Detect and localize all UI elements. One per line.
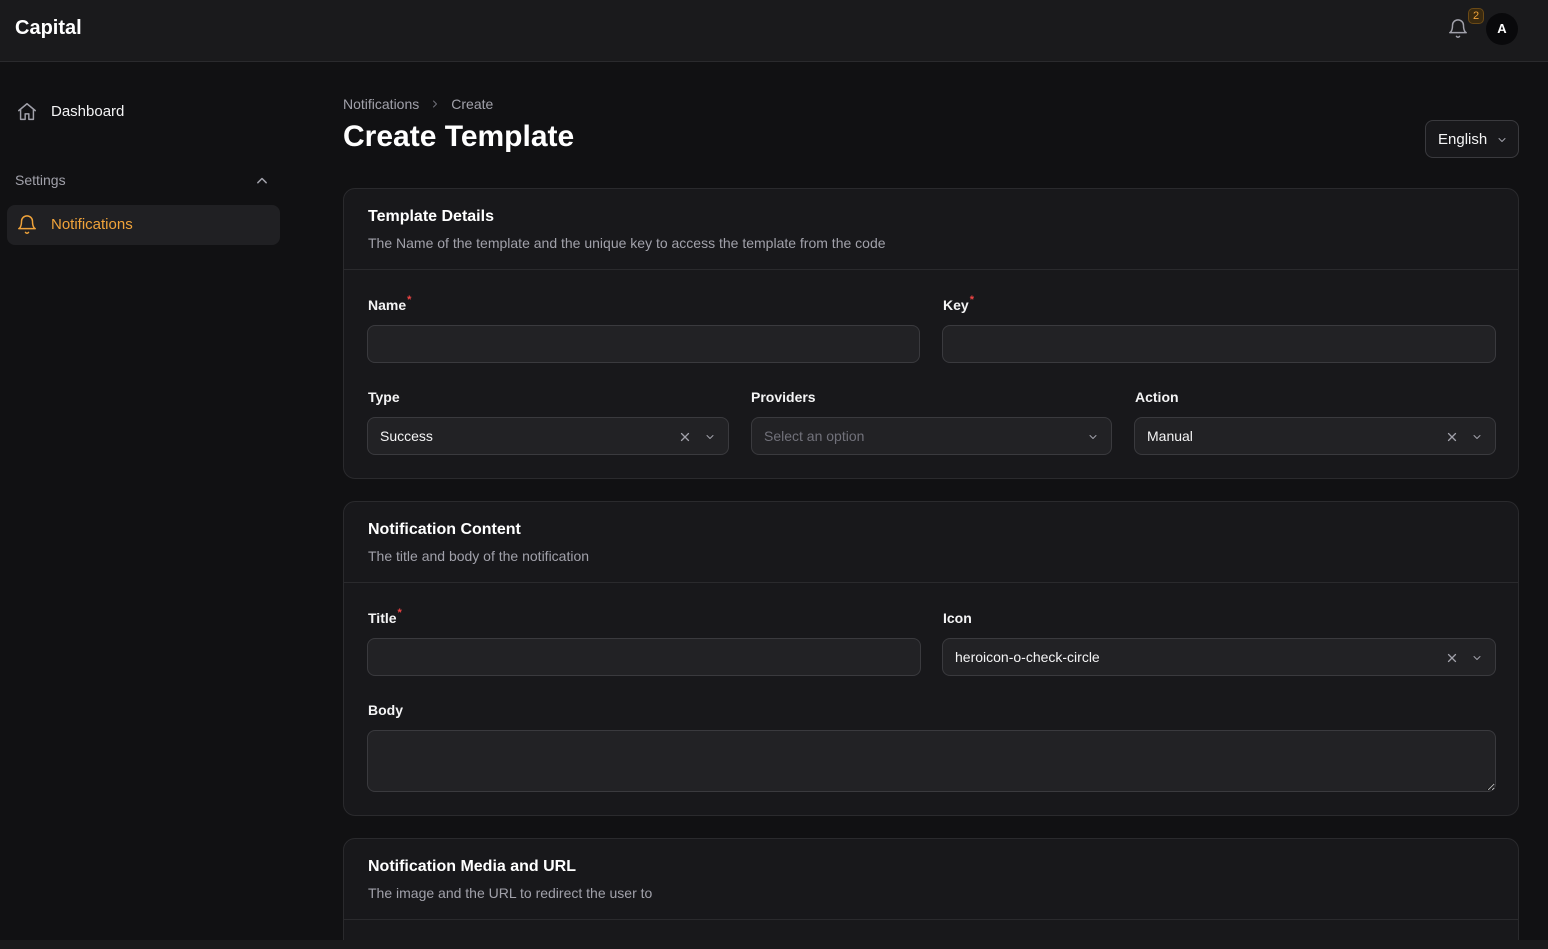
sidebar-item-notifications[interactable]: Notifications — [7, 205, 280, 245]
section-description: The Name of the template and the unique … — [368, 235, 886, 251]
language-select[interactable]: English — [1425, 120, 1519, 158]
clear-icon[interactable] — [1445, 651, 1459, 665]
required-marker: * — [969, 294, 974, 306]
notifications-bell-button[interactable]: 2 — [1444, 8, 1484, 42]
section-header: Notification Media and URL The image and… — [344, 839, 1518, 920]
name-input[interactable] — [367, 325, 920, 363]
chevron-right-icon — [429, 98, 441, 110]
sidebar-group-collapse-button[interactable] — [252, 171, 272, 191]
name-label-text: Name — [368, 297, 407, 313]
clear-icon[interactable] — [1445, 430, 1459, 444]
user-avatar[interactable]: A — [1486, 13, 1518, 45]
action-label: Action — [1135, 389, 1179, 405]
title-label: Title* — [368, 607, 402, 626]
chevron-up-icon — [257, 177, 267, 184]
brand-logo[interactable]: Capital — [15, 17, 82, 40]
notification-content-section: Notification Content The title and body … — [343, 501, 1519, 816]
name-label: Name* — [368, 294, 412, 313]
page-title: Create Template — [343, 120, 575, 153]
chevron-down-icon — [1473, 435, 1481, 439]
providers-select-placeholder: Select an option — [764, 428, 865, 444]
required-marker: * — [397, 607, 402, 619]
action-select[interactable]: Manual — [1134, 417, 1496, 455]
breadcrumb-link-notifications[interactable]: Notifications — [343, 96, 419, 112]
body-label: Body — [368, 702, 403, 718]
type-label: Type — [368, 389, 400, 405]
body-textarea[interactable] — [367, 730, 1496, 792]
sidebar: Dashboard Settings Notifications — [0, 62, 296, 949]
providers-select[interactable]: Select an option — [751, 417, 1112, 455]
icon-label: Icon — [943, 610, 972, 626]
bell-icon — [1449, 19, 1467, 38]
notification-count-badge: 2 — [1468, 8, 1484, 24]
sidebar-item-label: Dashboard — [51, 103, 125, 120]
section-title: Notification Media and URL — [368, 858, 576, 875]
required-marker: * — [407, 294, 412, 306]
template-details-section: Template Details The Name of the templat… — [343, 188, 1519, 479]
section-header: Template Details The Name of the templat… — [344, 189, 1518, 270]
chevron-down-icon — [1089, 435, 1097, 439]
sidebar-item-dashboard[interactable]: Dashboard — [7, 92, 280, 132]
icon-select[interactable]: heroicon-o-check-circle — [942, 638, 1496, 676]
section-title: Template Details — [368, 208, 494, 225]
notification-media-section: Notification Media and URL The image and… — [343, 838, 1519, 949]
action-select-value: Manual — [1147, 428, 1193, 444]
breadcrumb: Notifications Create — [343, 94, 493, 114]
type-select[interactable]: Success — [367, 417, 729, 455]
section-header: Notification Content The title and body … — [344, 502, 1518, 583]
key-label-text: Key — [943, 297, 969, 313]
horizontal-scrollbar[interactable] — [0, 940, 1548, 949]
key-label: Key* — [943, 294, 974, 313]
providers-label: Providers — [751, 389, 816, 405]
title-input[interactable] — [367, 638, 921, 676]
type-select-value: Success — [380, 428, 433, 444]
home-icon — [18, 103, 36, 121]
top-bar: Capital 2 A — [0, 0, 1548, 62]
section-title: Notification Content — [368, 521, 521, 538]
clear-icon[interactable] — [678, 430, 692, 444]
chevron-down-icon — [706, 435, 714, 439]
key-input[interactable] — [942, 325, 1496, 363]
breadcrumb-current: Create — [451, 96, 494, 112]
chevron-down-icon — [1498, 138, 1506, 142]
title-label-text: Title — [368, 610, 397, 626]
chevron-down-icon — [1473, 656, 1481, 660]
sidebar-group-settings: Settings — [15, 172, 66, 188]
language-select-value: English — [1438, 131, 1488, 148]
section-description: The image and the URL to redirect the us… — [368, 885, 653, 901]
bell-icon — [18, 215, 36, 234]
sidebar-item-label: Notifications — [51, 216, 133, 233]
section-description: The title and body of the notification — [368, 548, 590, 564]
icon-select-value: heroicon-o-check-circle — [955, 649, 1100, 665]
